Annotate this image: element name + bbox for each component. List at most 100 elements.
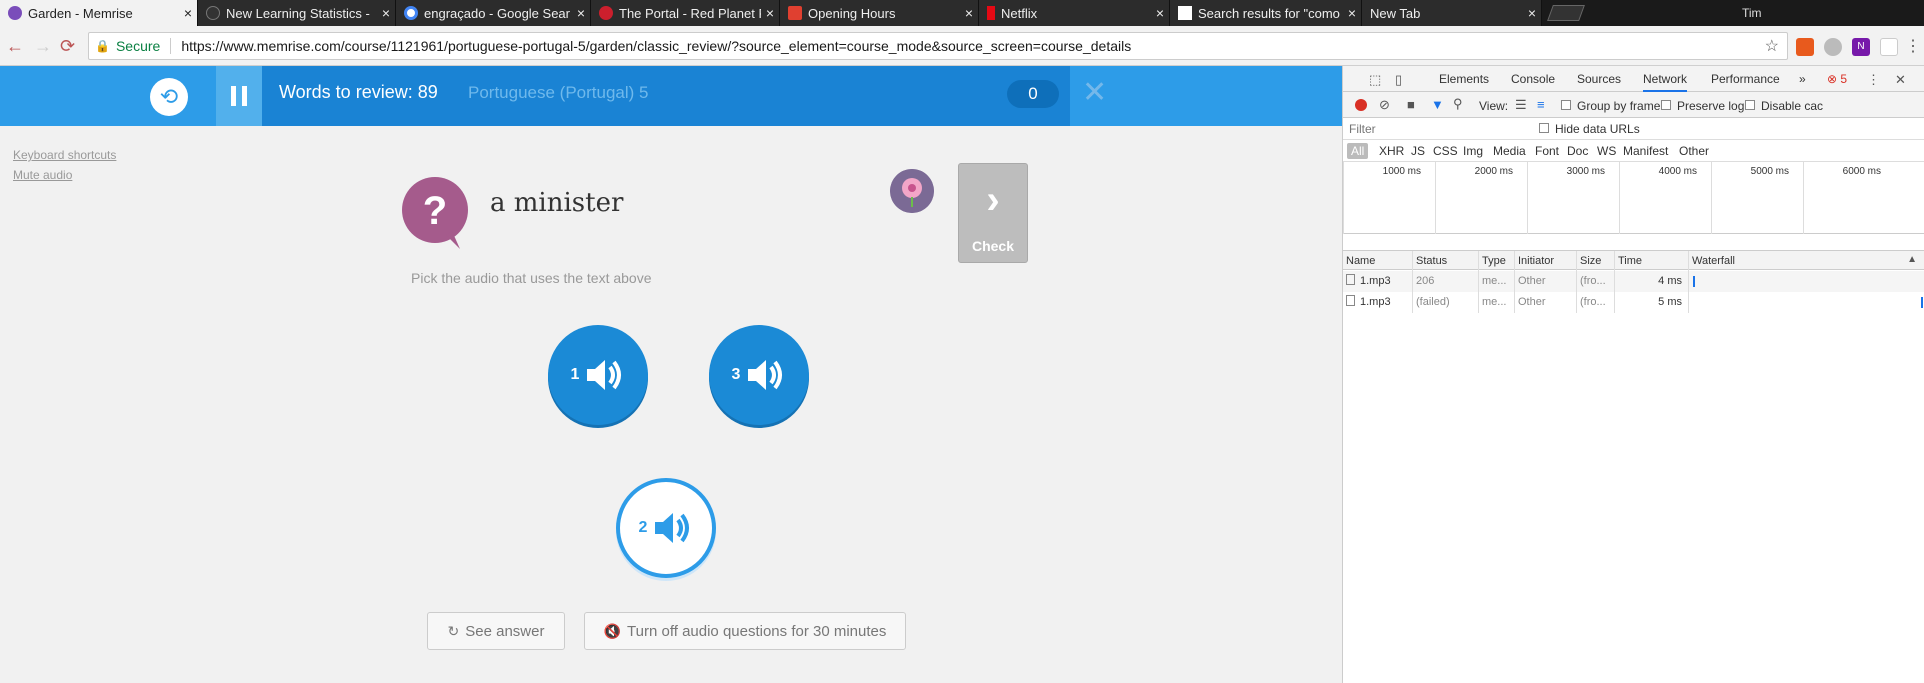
column-header-initiator[interactable]: Initiator bbox=[1515, 251, 1577, 271]
tab-netflix[interactable]: Netflix × bbox=[979, 0, 1170, 26]
tab-google-search[interactable]: engraçado - Google Sear × bbox=[396, 0, 591, 26]
close-tab-icon[interactable]: × bbox=[179, 5, 197, 21]
tab-elements[interactable]: Elements bbox=[1439, 72, 1489, 86]
audio-option-1[interactable]: 1 bbox=[548, 325, 648, 425]
type-filter-ws[interactable]: WS bbox=[1597, 144, 1616, 158]
tab-console[interactable]: Console bbox=[1511, 72, 1555, 86]
new-tab-button[interactable] bbox=[1547, 5, 1585, 21]
tab-sources[interactable]: Sources bbox=[1577, 72, 1621, 86]
sort-ascending-icon[interactable]: ▲ bbox=[1907, 254, 1917, 265]
type-filter-font[interactable]: Font bbox=[1535, 144, 1559, 158]
close-tab-icon[interactable]: × bbox=[1343, 5, 1361, 21]
inspect-element-icon[interactable]: ⬚ bbox=[1369, 72, 1381, 88]
tab-search-results[interactable]: Search results for "como × bbox=[1170, 0, 1362, 26]
office-extension-icon[interactable] bbox=[1796, 38, 1814, 56]
audio-option-3[interactable]: 3 bbox=[709, 325, 809, 425]
speaker-icon bbox=[748, 360, 783, 390]
filter-icon[interactable]: ▼ bbox=[1431, 97, 1444, 112]
type-filter-css[interactable]: CSS bbox=[1433, 144, 1458, 158]
pause-button[interactable] bbox=[216, 66, 262, 126]
mute-icon: 🔇 bbox=[603, 622, 622, 639]
column-header-size[interactable]: Size bbox=[1577, 251, 1615, 271]
close-tab-icon[interactable]: × bbox=[572, 5, 590, 21]
column-header-waterfall[interactable]: Waterfall bbox=[1689, 251, 1924, 271]
turn-off-audio-button[interactable]: 🔇 Turn off audio questions for 30 minute… bbox=[584, 612, 906, 650]
see-answer-button[interactable]: ↻ See answer bbox=[427, 612, 565, 650]
omnibox[interactable]: 🔒 Secure https://www.memrise.com/course/… bbox=[88, 32, 1788, 60]
error-count-badge[interactable]: ⊗ 5 bbox=[1827, 72, 1847, 86]
close-tab-icon[interactable]: × bbox=[1523, 5, 1541, 21]
request-time: 5 ms bbox=[1615, 292, 1689, 313]
tab-performance[interactable]: Performance bbox=[1711, 72, 1780, 86]
more-tabs-icon[interactable]: » bbox=[1799, 72, 1806, 86]
tab-new-tab[interactable]: New Tab × bbox=[1362, 0, 1542, 26]
column-header-name[interactable]: Name bbox=[1343, 251, 1413, 271]
type-filter-other[interactable]: Other bbox=[1679, 144, 1709, 158]
close-devtools-icon[interactable]: ✕ bbox=[1895, 72, 1906, 88]
close-tab-icon[interactable]: × bbox=[960, 5, 978, 21]
close-session-icon[interactable]: ✕ bbox=[1082, 78, 1107, 108]
devtools-tab-bar: ⬚ ▯ Elements Console Sources Network Per… bbox=[1343, 66, 1924, 92]
tab-network[interactable]: Network bbox=[1643, 72, 1688, 92]
onenote-extension-icon[interactable]: N bbox=[1852, 38, 1870, 56]
column-header-type[interactable]: Type bbox=[1479, 251, 1515, 271]
search-icon[interactable]: ⚲ bbox=[1453, 96, 1463, 112]
hide-data-urls-checkbox[interactable] bbox=[1539, 123, 1549, 133]
tab-learning-statistics[interactable]: New Learning Statistics - × bbox=[198, 0, 396, 26]
type-filter-js[interactable]: JS bbox=[1411, 144, 1425, 158]
column-header-time[interactable]: Time bbox=[1615, 251, 1689, 271]
overview-icon[interactable]: ≡ bbox=[1537, 97, 1545, 112]
bookmark-star-icon[interactable]: ☆ bbox=[1765, 36, 1779, 56]
type-filter-media[interactable]: Media bbox=[1493, 144, 1526, 158]
close-tab-icon[interactable]: × bbox=[377, 5, 395, 21]
keyboard-shortcuts-link[interactable]: Keyboard shortcuts bbox=[13, 148, 116, 162]
preserve-log-checkbox[interactable] bbox=[1661, 100, 1671, 110]
request-waterfall bbox=[1689, 271, 1924, 292]
request-initiator: Other bbox=[1515, 271, 1577, 292]
type-filter-doc[interactable]: Doc bbox=[1567, 144, 1588, 158]
type-filter-all[interactable]: All bbox=[1347, 143, 1369, 159]
check-button[interactable]: › Check bbox=[958, 163, 1028, 263]
capture-screenshots-icon[interactable]: ■ bbox=[1407, 97, 1415, 112]
table-row[interactable]: 1.mp3 206 me... Other (fro... 4 ms bbox=[1343, 271, 1924, 292]
tab-garden-memrise[interactable]: Garden - Memrise × bbox=[0, 0, 198, 26]
words-to-review: Words to review: 89 bbox=[279, 82, 438, 102]
devtools-menu-icon[interactable]: ⋮ bbox=[1867, 72, 1880, 88]
type-filter-xhr[interactable]: XHR bbox=[1379, 144, 1404, 158]
extension-icon[interactable] bbox=[1880, 38, 1898, 56]
profile-name[interactable]: Tim bbox=[1742, 6, 1762, 20]
device-toolbar-icon[interactable]: ▯ bbox=[1395, 72, 1402, 88]
clear-icon[interactable]: ⊘ bbox=[1379, 97, 1390, 113]
turn-off-audio-label: Turn off audio questions for 30 minutes bbox=[627, 622, 887, 640]
audio-option-number: 1 bbox=[570, 366, 580, 383]
request-type: me... bbox=[1479, 271, 1515, 292]
type-filter-manifest[interactable]: Manifest bbox=[1623, 144, 1668, 158]
memrise-logo-icon[interactable]: ⟲ bbox=[150, 78, 188, 116]
group-by-frame-checkbox[interactable] bbox=[1561, 100, 1571, 110]
reload-icon[interactable]: ⟳ bbox=[60, 36, 75, 57]
type-filter-img[interactable]: Img bbox=[1463, 144, 1483, 158]
extension-icon[interactable] bbox=[1824, 38, 1842, 56]
tab-label: New Learning Statistics - bbox=[226, 5, 370, 21]
filter-input[interactable] bbox=[1349, 121, 1519, 137]
url-text[interactable]: https://www.memrise.com/course/1121961/p… bbox=[181, 38, 1131, 54]
large-rows-icon[interactable]: ☰ bbox=[1515, 97, 1527, 113]
chrome-menu-icon[interactable]: ⋮ bbox=[1904, 38, 1922, 56]
network-overview-timeline[interactable]: 1000 ms 2000 ms 3000 ms 4000 ms 5000 ms … bbox=[1343, 162, 1924, 234]
table-row[interactable]: 1.mp3 (failed) me... Other (fro... 5 ms bbox=[1343, 292, 1924, 313]
close-tab-icon[interactable]: × bbox=[1151, 5, 1169, 21]
tab-opening-hours[interactable]: Opening Hours × bbox=[780, 0, 979, 26]
tab-label: The Portal - Red Planet R bbox=[619, 5, 761, 21]
request-name: 1.mp3 bbox=[1343, 271, 1413, 292]
waterfall-bar bbox=[1693, 276, 1695, 287]
audio-option-2[interactable]: 2 bbox=[616, 478, 716, 578]
mute-audio-link[interactable]: Mute audio bbox=[13, 168, 72, 182]
tab-red-planet[interactable]: The Portal - Red Planet R × bbox=[591, 0, 780, 26]
close-tab-icon[interactable]: × bbox=[761, 5, 779, 21]
back-arrow-icon[interactable]: ← bbox=[6, 36, 24, 57]
disable-cache-checkbox[interactable] bbox=[1745, 100, 1755, 110]
forward-arrow-icon[interactable]: → bbox=[34, 36, 52, 57]
column-header-status[interactable]: Status bbox=[1413, 251, 1479, 271]
record-icon[interactable] bbox=[1355, 99, 1367, 111]
memrise-favicon-icon bbox=[8, 6, 22, 20]
